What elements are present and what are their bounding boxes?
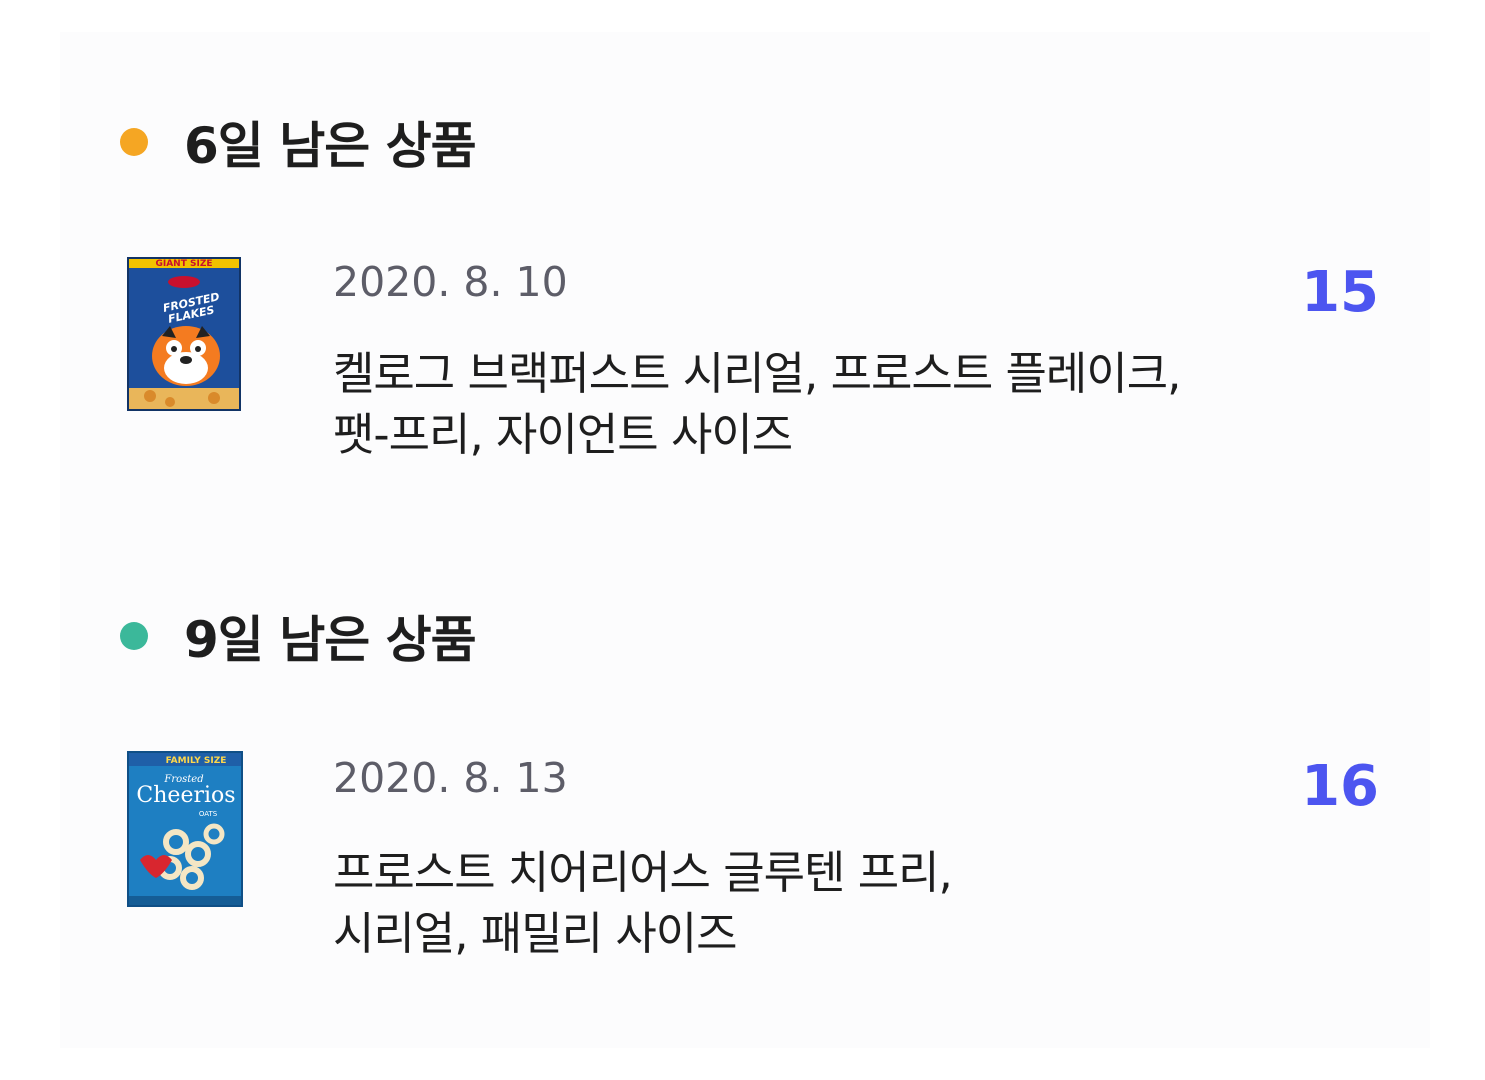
svg-text:Cheerios: Cheerios — [136, 783, 235, 808]
product-name: 프로스트 치어리어스 글루텐 프리, 시리얼, 패밀리 사이즈 — [333, 842, 1323, 964]
status-dot — [120, 622, 148, 650]
product-name-line: 팻-프리, 자이언트 사이즈 — [333, 408, 793, 461]
product-count: 15 — [1301, 260, 1379, 325]
product-count: 16 — [1301, 754, 1379, 819]
frosted-flakes-box-image: GIANT SIZE FROSTED FLAKES — [126, 256, 244, 414]
svg-text:OATS: OATS — [199, 810, 218, 818]
product-name-line: 프로스트 치어리어스 글루텐 프리, — [333, 846, 953, 899]
product-name: 켈로그 브랙퍼스트 시리얼, 프로스트 플레이크, 팻-프리, 자이언트 사이즈 — [333, 343, 1323, 465]
product-name-line: 시리얼, 패밀리 사이즈 — [333, 907, 738, 960]
status-dot — [120, 128, 148, 156]
product-item-cheerios[interactable]: FAMILY SIZE Frosted Cheerios OATS 2020. … — [120, 738, 1385, 978]
section-header-9-days: 9일 남은 상품 — [120, 596, 477, 676]
section-header-6-days: 6일 남은 상품 — [120, 102, 477, 182]
svg-text:FAMILY SIZE: FAMILY SIZE — [166, 756, 227, 766]
svg-text:GIANT SIZE: GIANT SIZE — [155, 259, 212, 269]
section-title: 9일 남은 상품 — [184, 611, 477, 669]
product-date: 2020. 8. 10 — [333, 258, 568, 306]
product-date: 2020. 8. 13 — [333, 754, 568, 802]
cheerios-box-image: FAMILY SIZE Frosted Cheerios OATS — [126, 750, 244, 908]
section-title: 6일 남은 상품 — [184, 117, 477, 175]
product-item-frosted-flakes[interactable]: GIANT SIZE FROSTED FLAKES 2020. 8. 10 켈로… — [120, 240, 1385, 480]
product-name-line: 켈로그 브랙퍼스트 시리얼, 프로스트 플레이크, — [333, 347, 1181, 400]
